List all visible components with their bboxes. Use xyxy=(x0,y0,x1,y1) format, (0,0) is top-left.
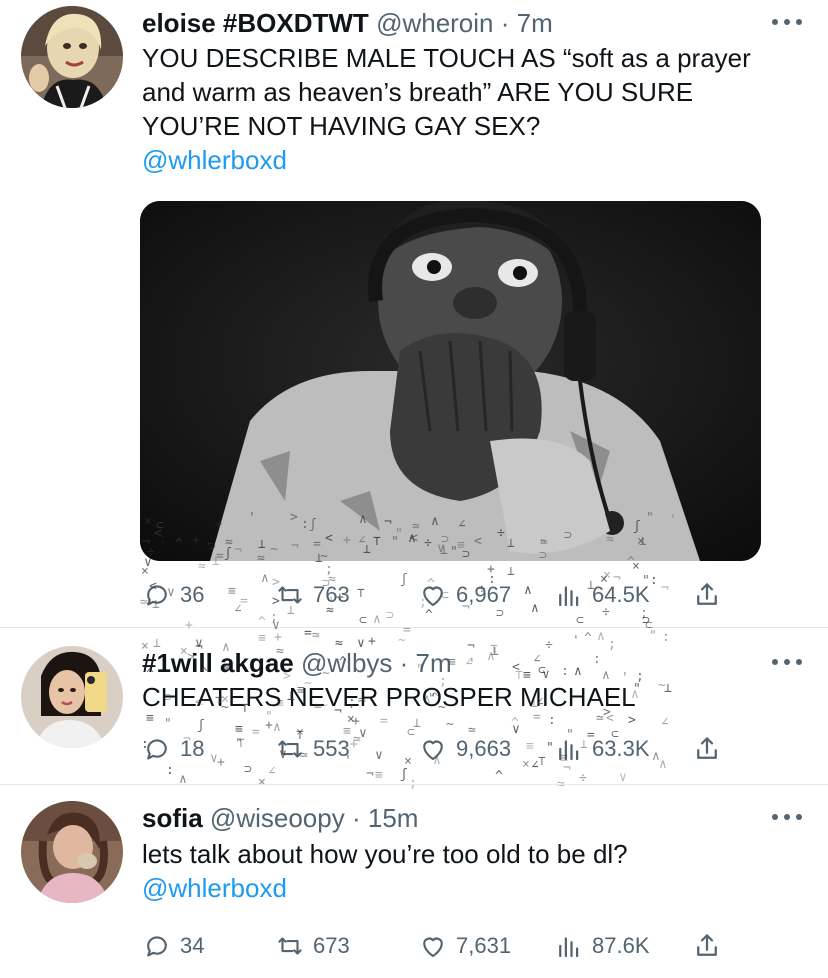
share-button[interactable] xyxy=(692,578,730,612)
reply-icon xyxy=(147,936,167,957)
views-count: 63.3K xyxy=(592,736,650,761)
tweet-body: YOU DESCRIBE MALE TOUCH AS “soft as a pr… xyxy=(142,43,751,141)
timestamp[interactable]: 7m xyxy=(416,648,452,678)
views-icon xyxy=(559,937,579,958)
display-name[interactable]: #1will akgae xyxy=(142,648,294,678)
share-icon xyxy=(697,737,717,759)
separator-dot: · xyxy=(399,648,409,678)
like-button[interactable]: 6,967 xyxy=(418,578,511,612)
mention-link[interactable]: @whlerboxd xyxy=(142,873,287,903)
like-icon xyxy=(423,937,443,958)
more-icon[interactable] xyxy=(772,17,802,27)
like-count: 9,663 xyxy=(456,736,512,761)
handle[interactable]: @wheroin xyxy=(376,8,493,38)
like-button[interactable]: 9,663 xyxy=(418,732,511,766)
reply-button[interactable]: 36 xyxy=(142,578,204,612)
reply-count: 18 xyxy=(180,736,205,761)
timestamp[interactable]: 7m xyxy=(517,8,553,38)
more-icon[interactable] xyxy=(772,812,802,822)
reply-count: 36 xyxy=(180,582,205,607)
tweet-actions: 34 673 7,631 87.6K xyxy=(142,929,732,963)
retweet-button[interactable]: 763 xyxy=(275,578,350,612)
handle[interactable]: @wlbys xyxy=(301,648,392,678)
like-icon xyxy=(423,740,443,761)
tweet-header: #1will akgae @wlbys · 7m xyxy=(142,648,452,678)
views-count: 87.6K xyxy=(592,933,650,958)
tweet-text: CHEATERS NEVER PROSPER MICHAEL xyxy=(142,680,792,714)
avatar[interactable] xyxy=(21,6,123,108)
retweet-icon xyxy=(278,586,302,604)
views-icon xyxy=(559,740,579,761)
views-button[interactable]: 87.6K xyxy=(554,929,650,963)
share-icon xyxy=(697,583,717,605)
handle[interactable]: @wiseoopy xyxy=(210,803,345,833)
like-icon xyxy=(423,586,443,607)
retweet-icon xyxy=(278,740,302,758)
tweet-1[interactable]: eloise #BOXDTWT @wheroin · 7m YOU DESCRI… xyxy=(0,0,828,626)
reply-button[interactable]: 18 xyxy=(142,732,204,766)
like-count: 6,967 xyxy=(456,582,512,607)
avatar[interactable] xyxy=(21,646,123,748)
views-count: 64.5K xyxy=(592,582,650,607)
share-button[interactable] xyxy=(692,732,730,766)
reply-icon xyxy=(147,585,167,606)
retweet-button[interactable]: 673 xyxy=(275,929,350,963)
display-name[interactable]: eloise #BOXDTWT xyxy=(142,8,369,38)
tweet-actions: 18 553 9,663 63.3K xyxy=(142,732,732,766)
display-name[interactable]: sofia xyxy=(142,803,203,833)
tweet-body: lets talk about how you’re too old to be… xyxy=(142,839,628,869)
share-icon xyxy=(697,934,717,956)
tweet-body: CHEATERS NEVER PROSPER MICHAEL xyxy=(142,682,636,712)
tweet-text: lets talk about how you’re too old to be… xyxy=(142,837,792,905)
reply-count: 34 xyxy=(180,933,205,958)
separator-dot: · xyxy=(500,8,510,38)
retweet-count: 763 xyxy=(313,582,350,607)
retweet-count: 673 xyxy=(313,933,350,958)
timestamp[interactable]: 15m xyxy=(368,803,419,833)
like-count: 7,631 xyxy=(456,933,512,958)
tweet-header: eloise #BOXDTWT @wheroin · 7m xyxy=(142,8,553,38)
reply-button[interactable]: 34 xyxy=(142,929,204,963)
retweet-icon xyxy=(278,937,302,955)
mention-link[interactable]: @whlerboxd xyxy=(142,145,287,175)
like-button[interactable]: 7,631 xyxy=(418,929,511,963)
tweet-media-image[interactable] xyxy=(140,201,761,561)
views-button[interactable]: 64.5K xyxy=(554,578,650,612)
tweet-2[interactable]: #1will akgae @wlbys · 7m CHEATERS NEVER … xyxy=(0,628,828,793)
tweet-3[interactable]: sofia @wiseoopy · 15m lets talk about ho… xyxy=(0,785,828,978)
views-icon xyxy=(559,586,579,607)
retweet-button[interactable]: 553 xyxy=(275,732,350,766)
avatar[interactable] xyxy=(21,801,123,903)
retweet-count: 553 xyxy=(313,736,350,761)
tweet-text: YOU DESCRIBE MALE TOUCH AS “soft as a pr… xyxy=(142,41,792,177)
reply-icon xyxy=(147,739,167,760)
views-button[interactable]: 63.3K xyxy=(554,732,650,766)
separator-dot: · xyxy=(351,803,361,833)
share-button[interactable] xyxy=(692,929,730,963)
more-icon[interactable] xyxy=(772,657,802,667)
tweet-actions: 36 763 6,967 64.5K xyxy=(142,578,732,612)
tweet-header: sofia @wiseoopy · 15m xyxy=(142,803,418,833)
